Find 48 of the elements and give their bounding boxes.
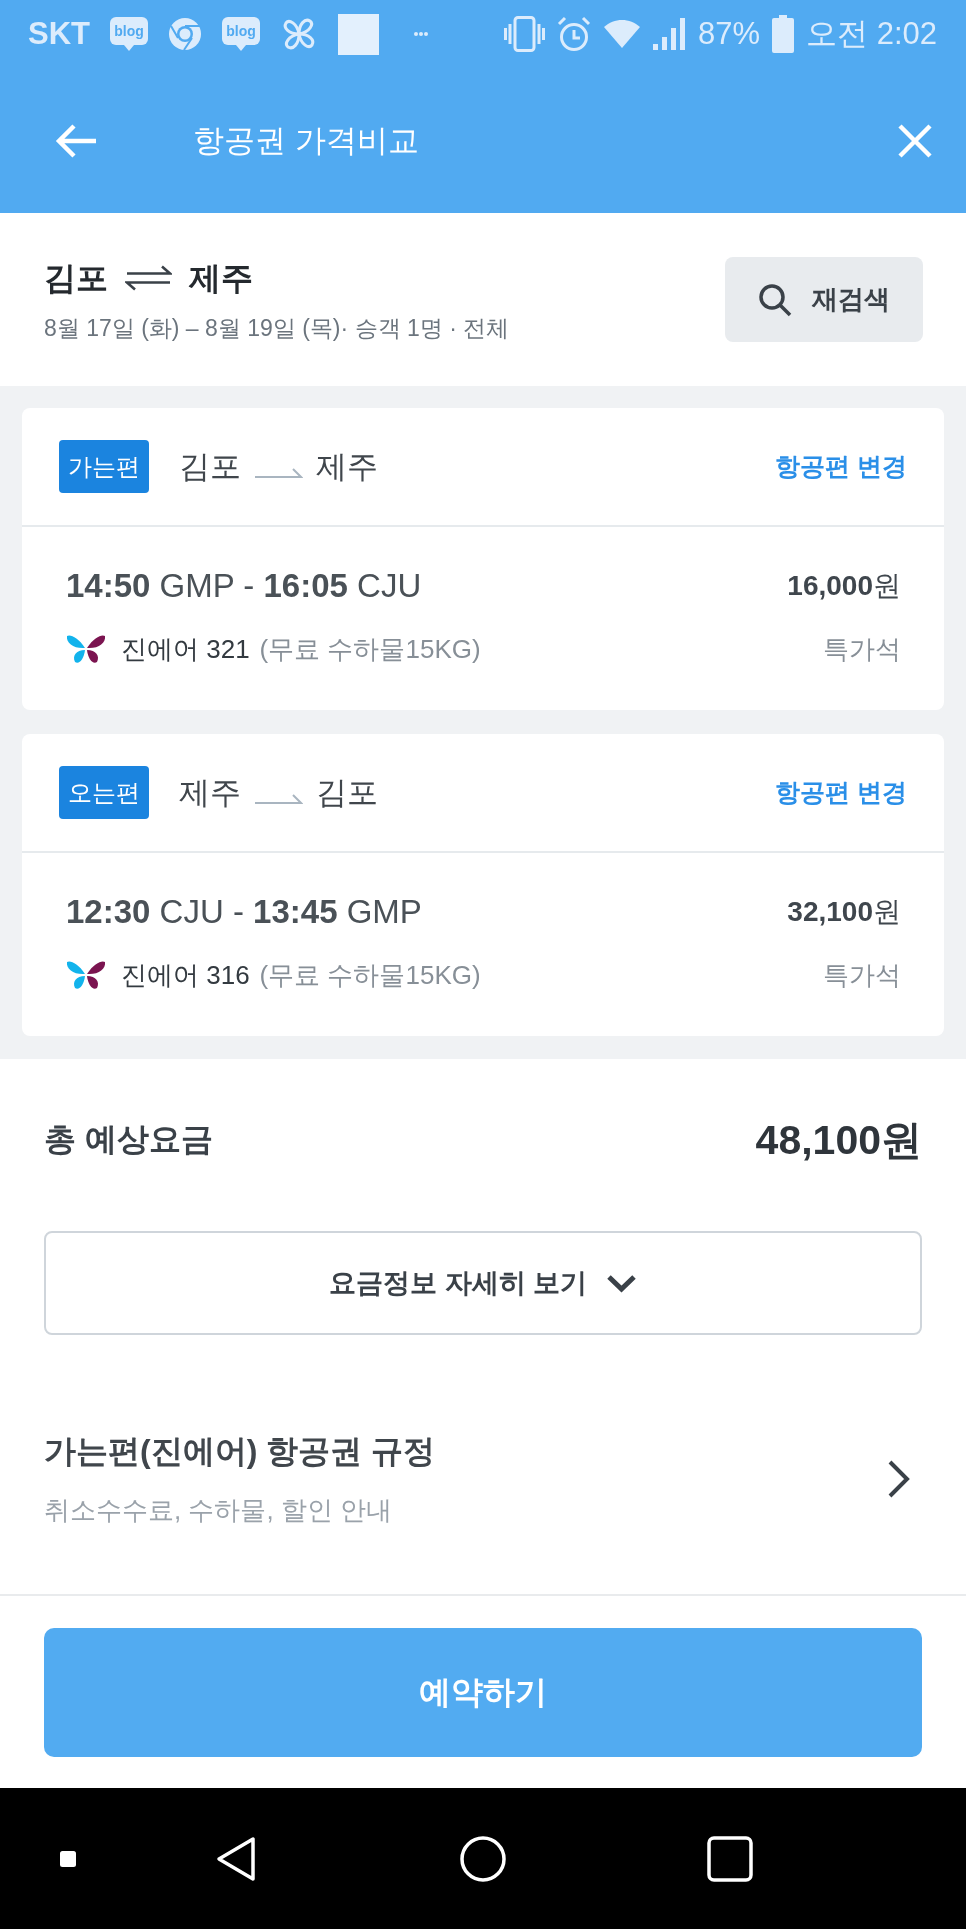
carrier-name: SKT — [28, 16, 90, 52]
back-arrow-icon — [55, 122, 98, 159]
recents-icon[interactable] — [707, 1835, 753, 1882]
small-square-icon[interactable] — [60, 1850, 76, 1867]
butterfly-logo-icon — [66, 959, 106, 991]
airline-flight: 진에어 321 — [121, 633, 250, 666]
direction-badge: 오는편 — [59, 766, 149, 819]
flight-times: 12:30 CJU - 13:45 GMP — [66, 892, 423, 932]
fare-class: 특가석 — [822, 959, 901, 992]
swap-arrows-icon — [125, 264, 172, 291]
fare-rules-subtitle: 취소수수료, 수하물, 할인 안내 — [44, 1494, 394, 1527]
clock-time: 오전 2:02 — [806, 16, 937, 52]
leg-origin: 제주 — [179, 773, 241, 812]
close-icon — [897, 122, 933, 159]
direction-badge: 가는편 — [59, 440, 149, 493]
trip-details: 8월 17일 (화) – 8월 19일 (목)· 승객 1명 · 전체 — [44, 313, 510, 343]
research-button[interactable]: 재검색 — [725, 257, 923, 342]
home-icon[interactable] — [460, 1835, 506, 1882]
baggage-allowance: (무료 수하물15KG) — [259, 959, 481, 992]
signal-icon — [653, 18, 686, 50]
fare-class: 특가석 — [822, 633, 901, 666]
butterfly-logo-icon — [66, 633, 106, 665]
fare-details-button[interactable]: 요금정보 자세히 보기 — [44, 1231, 922, 1335]
baggage-allowance: (무료 수하물15KG) — [259, 633, 481, 666]
chevron-right-icon[interactable] — [887, 1458, 911, 1499]
ring-logo-icon — [168, 17, 202, 51]
leg-destination: 제주 — [316, 447, 378, 486]
leg-price: 16,000원 — [787, 569, 901, 603]
airline-flight: 진에어 316 — [121, 959, 250, 992]
square-icon — [338, 13, 379, 55]
wifi-icon — [603, 19, 641, 49]
leg-destination: 김포 — [316, 773, 378, 812]
total-amount: 48,100원 — [755, 1115, 922, 1165]
search-icon — [758, 282, 792, 317]
vibrate-icon — [504, 16, 545, 52]
back-icon[interactable] — [216, 1835, 256, 1882]
leg-origin: 김포 — [179, 447, 241, 486]
flight-times: 14:50 GMP - 16:05 CJU — [66, 566, 423, 606]
alarm-clock-icon — [557, 16, 591, 52]
destination-city: 제주 — [189, 258, 253, 298]
page-title: 항공권 가격비교 — [193, 121, 419, 160]
fare-rules-title[interactable]: 가는편(진에어) 항공권 규정 — [44, 1429, 887, 1473]
battery-percent: 87% — [698, 16, 761, 52]
origin-city: 김포 — [44, 258, 108, 298]
leg-price: 32,100원 — [787, 895, 901, 929]
more-icon — [414, 32, 428, 36]
battery-icon — [772, 15, 795, 53]
total-label: 총 예상요금 — [44, 1120, 213, 1159]
